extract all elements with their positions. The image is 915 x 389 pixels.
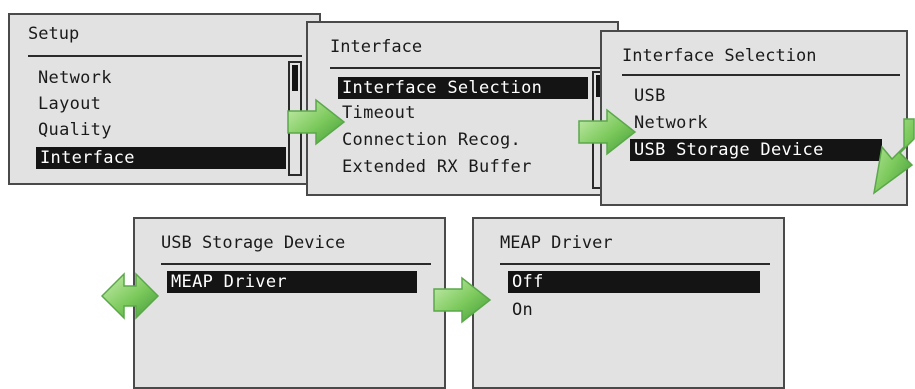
menu-item-layout[interactable]: Layout xyxy=(38,93,101,115)
screen-title: USB Storage Device xyxy=(161,233,346,253)
menu-item-usb[interactable]: USB xyxy=(634,85,666,107)
screen-title: Setup xyxy=(28,24,80,44)
title-divider xyxy=(28,55,302,57)
menu-item-network[interactable]: Network xyxy=(38,67,112,89)
menu-item-quality[interactable]: Quality xyxy=(38,119,112,141)
interface-screen: Interface Interface Selection Timeout Co… xyxy=(306,21,619,196)
menu-item-extended-rx-buffer[interactable]: Extended RX Buffer xyxy=(342,156,532,178)
menu-item-timeout[interactable]: Timeout xyxy=(342,102,416,124)
title-divider xyxy=(500,263,770,265)
down-left-arrow-icon xyxy=(872,118,915,195)
scrollbar-thumb[interactable] xyxy=(292,65,298,91)
menu-item-connection-recog[interactable]: Connection Recog. xyxy=(342,129,521,151)
title-divider xyxy=(330,67,612,69)
screen-title: MEAP Driver xyxy=(500,233,613,253)
menu-item-usb-storage-device-selected[interactable]: USB Storage Device xyxy=(630,139,882,161)
menu-item-meap-driver-selected[interactable]: MEAP Driver xyxy=(167,271,417,293)
menu-item-off-selected[interactable]: Off xyxy=(508,271,760,293)
title-divider xyxy=(161,263,431,265)
interface-selection-screen: Interface Selection USB Network USB Stor… xyxy=(600,30,908,206)
usb-storage-device-screen: USB Storage Device MEAP Driver xyxy=(133,217,446,389)
meap-driver-screen: MEAP Driver Off On xyxy=(472,217,785,389)
title-divider xyxy=(622,74,900,76)
screen-title: Interface Selection xyxy=(622,46,817,66)
screen-title: Interface xyxy=(330,37,423,57)
setup-screen: Setup Network Layout Quality Interface xyxy=(8,13,321,185)
right-arrow-icon xyxy=(578,108,637,156)
right-arrow-icon xyxy=(287,98,346,146)
menu-item-network[interactable]: Network xyxy=(634,112,708,134)
menu-item-interface-selection-selected[interactable]: Interface Selection xyxy=(338,77,588,99)
menu-item-interface-selected[interactable]: Interface xyxy=(36,147,286,169)
menu-item-on[interactable]: On xyxy=(512,299,533,321)
left-right-arrow-icon xyxy=(100,272,160,320)
right-arrow-icon xyxy=(433,276,492,324)
